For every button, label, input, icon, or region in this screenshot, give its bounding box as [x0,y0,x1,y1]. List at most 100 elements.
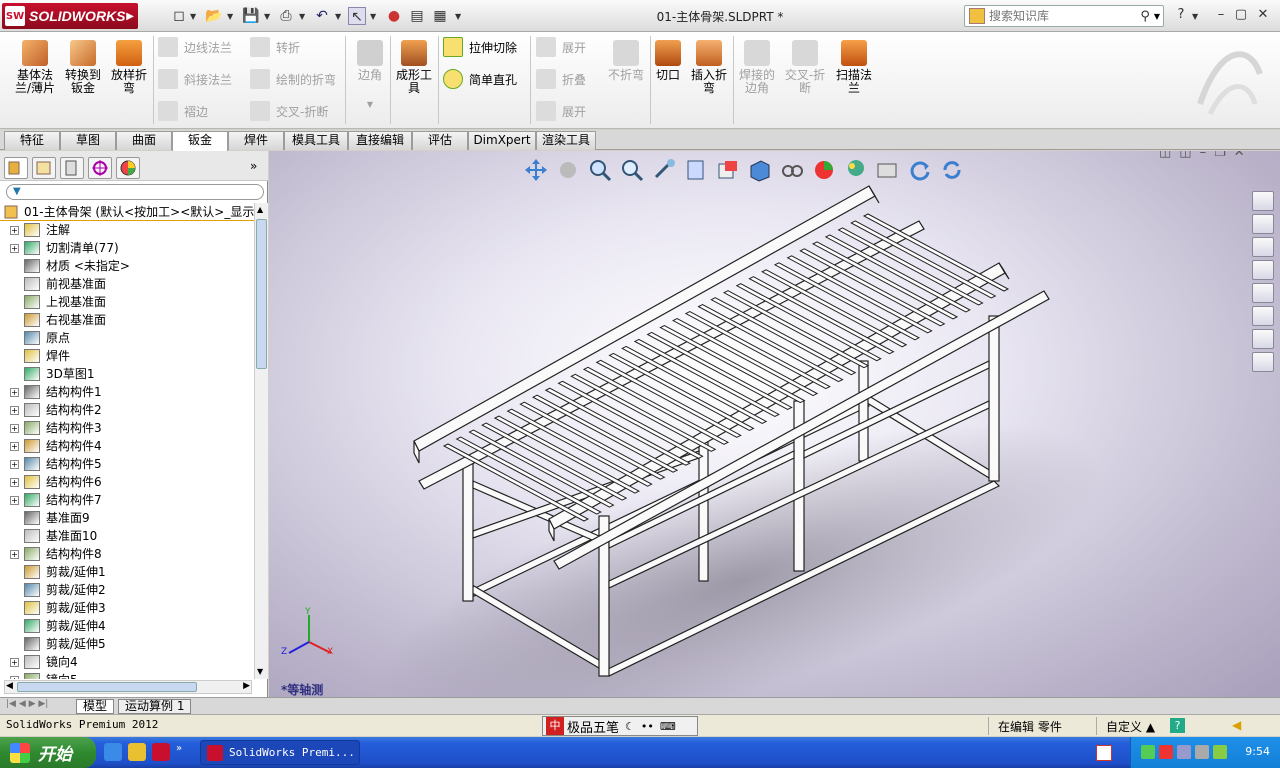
expand-toggle-icon[interactable]: + [10,496,19,505]
rip-button[interactable]: 切口 [652,40,684,82]
tree-vertical-scrollbar[interactable]: ▲ ▼ [254,203,268,679]
tray-app-icon-3[interactable] [1213,745,1227,759]
dimxpert-manager-tab[interactable] [88,157,112,179]
tree-item[interactable]: 剪裁/延伸1 [0,563,254,581]
tree-item[interactable]: + 结构构件1 [0,383,254,401]
tree-item[interactable]: 剪裁/延伸3 [0,599,254,617]
swept-flange-button[interactable]: 扫描法 兰 [832,40,876,95]
expand-toggle-icon[interactable]: + [10,478,19,487]
base-flange-button[interactable]: 基体法 兰/薄片 [10,40,60,95]
close-icon[interactable]: ✕ [1254,6,1272,24]
tray-app-icon-1[interactable] [1141,745,1155,759]
property-manager-tab[interactable] [32,157,56,179]
expand-toggle-icon[interactable]: + [10,226,19,235]
tab-sketch[interactable]: 草图 [60,131,116,150]
select-dropdown-icon[interactable]: ▼ [370,12,376,21]
tree-item[interactable]: + 结构构件7 [0,491,254,509]
tab-evaluate[interactable]: 评估 [412,131,468,150]
expand-toggle-icon[interactable]: + [10,460,19,469]
scroll-right-icon[interactable]: ▶ [243,681,250,691]
new-dropdown-icon[interactable]: ▼ [190,12,196,21]
tree-item[interactable]: 基准面9 [0,509,254,527]
tree-item[interactable]: 3D草图1 [0,365,254,383]
lofted-bend-button[interactable]: 放样折 弯 [108,40,150,95]
tab-weldments[interactable]: 焊件 [228,131,284,150]
tree-item[interactable]: 焊件 [0,347,254,365]
search-icon[interactable]: ⚲ [1140,9,1150,24]
collapse-arrow-icon[interactable]: ◀ [1232,718,1241,732]
options-icon[interactable]: ▦ [431,7,449,25]
tab-render-tools[interactable]: 渲染工具 [536,131,596,150]
solidworks-forum-icon[interactable] [1252,329,1274,349]
knowledge-search-box[interactable]: ⚲ ▼ [964,5,1164,27]
tray-network-icon[interactable] [1177,745,1191,759]
solidworks-quicklaunch-icon[interactable] [152,743,170,761]
fold-button[interactable]: 折叠 [536,68,586,90]
tray-app-icon-2[interactable] [1159,745,1173,759]
tree-item[interactable]: + 结构构件5 [0,455,254,473]
view-palette-icon[interactable] [1252,260,1274,280]
tab-dimxpert[interactable]: DimXpert [468,131,536,150]
tree-item[interactable]: 原点 [0,329,254,347]
open-folder-icon[interactable]: 📂 [205,7,223,25]
taskbar-solidworks-window[interactable]: SolidWorks Premi... [200,740,360,765]
tree-item[interactable]: + 结构构件8 [0,545,254,563]
tab-sheet-metal[interactable]: 钣金 [172,131,228,151]
tab-nav-arrows-icon[interactable]: |◀ ◀ ▶ ▶| [6,699,48,709]
graphics-area[interactable]: ◫ ◫ – ❐ ✕ Y X Z *等轴测 [269,151,1280,697]
search-dropdown-icon[interactable]: ▼ [1154,12,1160,21]
undo-dropdown-icon[interactable]: ▼ [335,12,341,21]
expand-panel-icon[interactable]: » [250,159,257,173]
new-document-icon[interactable]: ◻ [170,7,188,25]
tree-item[interactable]: + 镜向4 [0,653,254,671]
welded-corner-button[interactable]: 焊接的 边角 [736,40,778,95]
expand-toggle-icon[interactable]: + [10,676,19,679]
expand-toggle-icon[interactable]: + [10,424,19,433]
select-arrow-icon[interactable]: ↖ [348,7,366,25]
rebuild-traffic-light-icon[interactable]: ● [385,7,403,25]
quick-tips-icon[interactable]: ? [1170,718,1185,733]
tab-direct-editing[interactable]: 直接编辑 [348,131,412,150]
tree-item[interactable]: 剪裁/延伸2 [0,581,254,599]
expand-toggle-icon[interactable]: + [10,388,19,397]
language-bar-icon[interactable] [1096,745,1112,761]
options-dropdown-icon[interactable]: ▼ [455,12,461,21]
miter-flange-button[interactable]: 斜接法兰 [158,68,232,90]
expand-toggle-icon[interactable]: + [10,658,19,667]
tab-motion-study-1[interactable]: 运动算例 1 [118,699,192,714]
tree-item[interactable]: 材质 <未指定> [0,257,254,275]
search-input[interactable] [989,9,1119,23]
cross-break-button[interactable]: 交叉-折 断 [782,40,828,95]
save-icon[interactable]: 💾 [242,7,260,25]
hem-button[interactable]: 褶边 [158,100,208,122]
simple-hole-button[interactable]: 简单直孔 [443,68,517,90]
tab-surfaces[interactable]: 曲面 [116,131,172,150]
scroll-down-icon[interactable]: ▼ [257,667,263,676]
solidworks-menu-button[interactable]: SW SOLIDWORKS ▶ [2,3,138,29]
no-bends-button[interactable]: 不折弯 [604,40,648,82]
tree-vscroll-thumb[interactable] [256,219,267,369]
tree-item[interactable]: 基准面10 [0,527,254,545]
tab-features[interactable]: 特征 [4,131,60,150]
corners-button[interactable]: 边角 ▼ [350,40,390,111]
tree-item[interactable]: 前视基准面 [0,275,254,293]
flatten-button[interactable]: 展开 [536,100,586,122]
undo-icon[interactable]: ↶ [313,7,331,25]
expand-toggle-icon[interactable]: + [10,244,19,253]
quicklaunch-more-icon[interactable]: » [176,743,182,761]
print-icon[interactable]: ⎙ [277,7,295,25]
tree-item[interactable]: 剪裁/延伸5 [0,635,254,653]
appearances-scenes-icon[interactable] [1252,283,1274,303]
sketched-bend-button[interactable]: 绘制的折弯 [250,68,336,90]
tree-item[interactable]: 上视基准面 [0,293,254,311]
save-dropdown-icon[interactable]: ▼ [264,12,270,21]
ime-punct-icon[interactable]: •• [641,720,654,733]
file-properties-icon[interactable]: ▤ [408,7,426,25]
tab-model[interactable]: 模型 [76,699,115,714]
help-dropdown-icon[interactable]: ▼ [1192,12,1198,21]
unfold-button[interactable]: 展开 [536,36,586,58]
tree-item[interactable]: + 注解 [0,221,254,239]
minimize-icon[interactable]: – [1212,6,1230,24]
ie-icon[interactable] [104,743,122,761]
cross-break-small-button[interactable]: 交叉-折断 [250,100,328,122]
